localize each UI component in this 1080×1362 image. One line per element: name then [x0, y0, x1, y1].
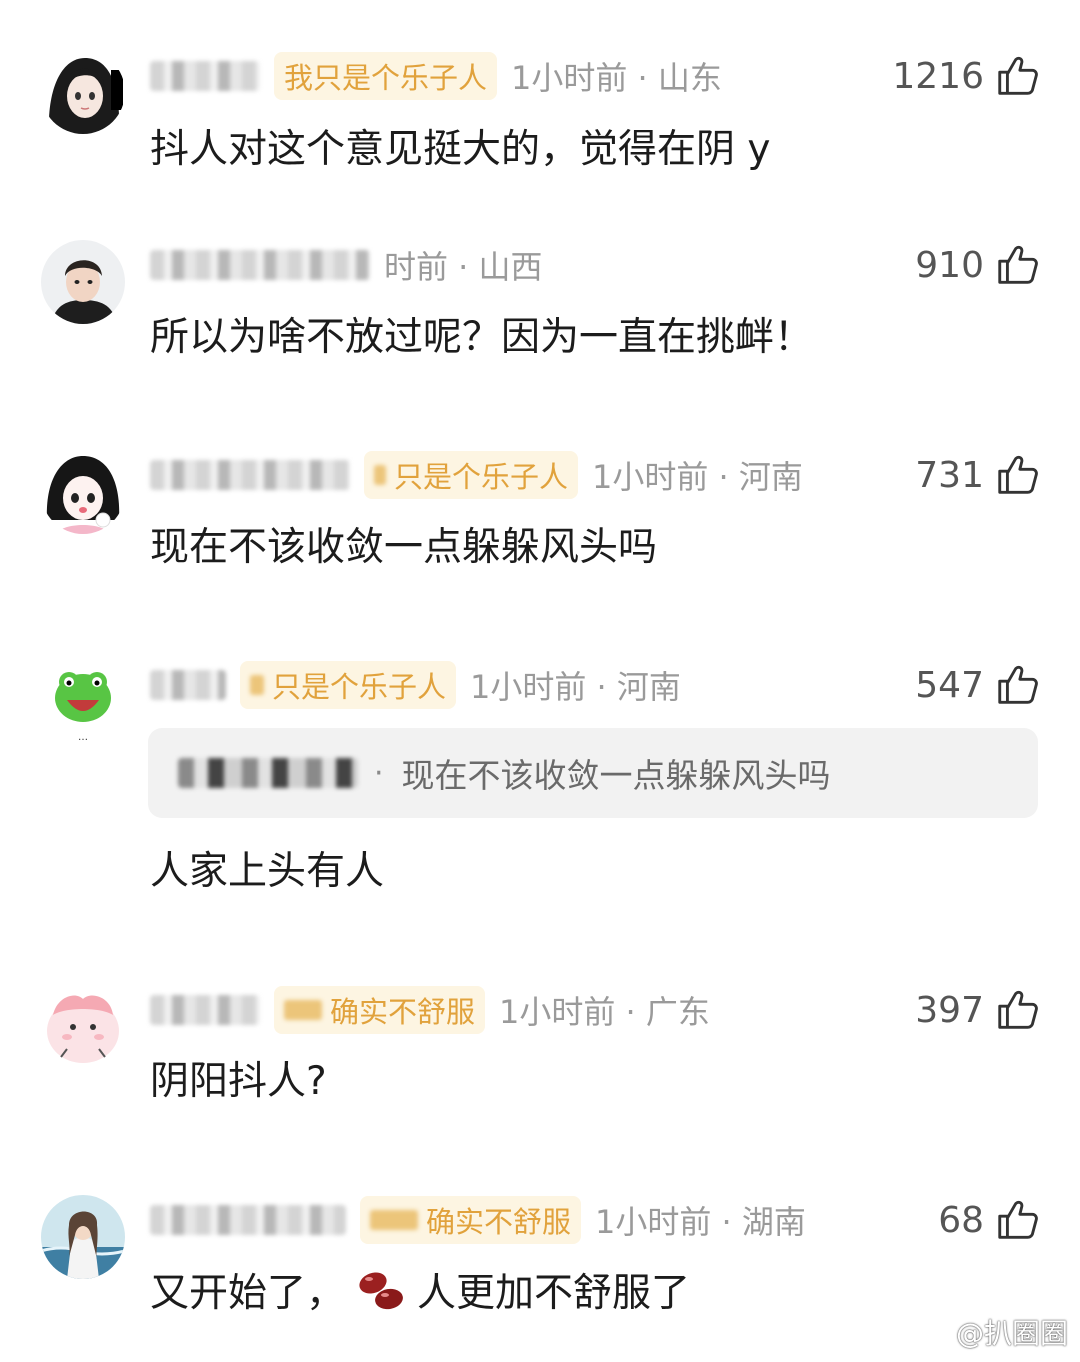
comment-list: 我只是个乐子人 1小时前 · 山东 1216 抖人对这个意见挺大的，觉得在阴 y: [0, 0, 1080, 1362]
badge-label: 我只是个乐子人: [284, 61, 488, 95]
like-count: 910: [915, 244, 984, 286]
comment-time-location: 时前 · 山西: [384, 248, 543, 286]
thumbs-up-icon[interactable]: [994, 987, 1040, 1033]
fan-badge[interactable]: 只是个乐子人: [364, 451, 579, 499]
user-avatar[interactable]: …: [41, 660, 125, 744]
badge-blurred-part: [284, 1000, 322, 1020]
fan-badge[interactable]: 我只是个乐子人: [274, 52, 498, 100]
like-count: 731: [915, 454, 984, 496]
username-blurred[interactable]: [150, 995, 260, 1025]
user-avatar[interactable]: [41, 985, 125, 1069]
badge-label: 只是个乐子人: [272, 670, 447, 704]
badge-label: 只是个乐子人: [394, 460, 569, 494]
like-count: 68: [938, 1199, 984, 1241]
comment-text-part: 又开始了，: [150, 1271, 346, 1316]
user-avatar[interactable]: [41, 240, 125, 324]
comment-time-location: 1小时前 · 山东: [511, 59, 722, 97]
badge-blurred-part: [374, 465, 386, 485]
like-count: 397: [915, 989, 984, 1031]
user-avatar[interactable]: [41, 1195, 125, 1279]
comment-text: 所以为啥不放过呢？因为一直在挑衅！: [150, 315, 814, 360]
user-avatar[interactable]: [41, 450, 125, 534]
badge-label: 确实不舒服: [426, 1205, 572, 1239]
weibo-logo-icon: [910, 1320, 949, 1348]
user-avatar[interactable]: [41, 50, 125, 134]
comment-time-location: 1小时前 · 河南: [592, 458, 803, 496]
thumbs-up-icon[interactable]: [994, 1197, 1040, 1243]
thumbs-up-icon[interactable]: [994, 53, 1040, 99]
weibo-watermark: @扒圈圈: [910, 1312, 1068, 1352]
svg-text:…: …: [78, 732, 88, 743]
beans-emoji-icon: [351, 1265, 411, 1315]
comment-time-location: 1小时前 · 广东: [499, 993, 710, 1031]
watermark-text: @扒圈圈: [955, 1317, 1068, 1350]
badge-label: 确实不舒服: [330, 995, 476, 1029]
fan-badge[interactable]: 确实不舒服: [274, 986, 486, 1034]
comment-text: 阴阳抖人?: [150, 1059, 327, 1104]
comment-time-location: 1小时前 · 湖南: [595, 1203, 806, 1241]
comment-text-part: 人更加不舒服了: [417, 1271, 691, 1316]
comment-text: 人家上头有人: [150, 849, 385, 894]
thumbs-up-icon[interactable]: [994, 242, 1040, 288]
quoted-text: 现在不该收敛一点躲躲风头吗: [401, 756, 831, 795]
thumbs-up-icon[interactable]: [994, 662, 1040, 708]
quoted-username-blurred: [178, 758, 358, 788]
comment-text: 又开始了， 人更加不舒服了: [150, 1262, 690, 1318]
comment-text: 现在不该收敛一点躲躲风头吗: [150, 525, 658, 570]
username-blurred[interactable]: [150, 460, 350, 490]
username-blurred[interactable]: [150, 61, 260, 91]
quote-separator: ·: [374, 755, 384, 791]
username-blurred[interactable]: [150, 1205, 346, 1235]
comment-time-location: 1小时前 · 河南: [470, 668, 681, 706]
comment-text: 抖人对这个意见挺大的，觉得在阴 y: [150, 127, 771, 172]
like-count: 1216: [892, 55, 984, 97]
username-blurred[interactable]: [150, 250, 370, 280]
fan-badge[interactable]: 只是个乐子人: [240, 661, 457, 709]
badge-blurred-part: [370, 1210, 418, 1230]
quoted-reply[interactable]: · 现在不该收敛一点躲躲风头吗: [148, 728, 1038, 818]
badge-blurred-part: [250, 675, 264, 695]
like-count: 547: [915, 664, 984, 706]
username-blurred[interactable]: [150, 670, 226, 700]
fan-badge[interactable]: 确实不舒服: [360, 1196, 582, 1244]
thumbs-up-icon[interactable]: [994, 452, 1040, 498]
